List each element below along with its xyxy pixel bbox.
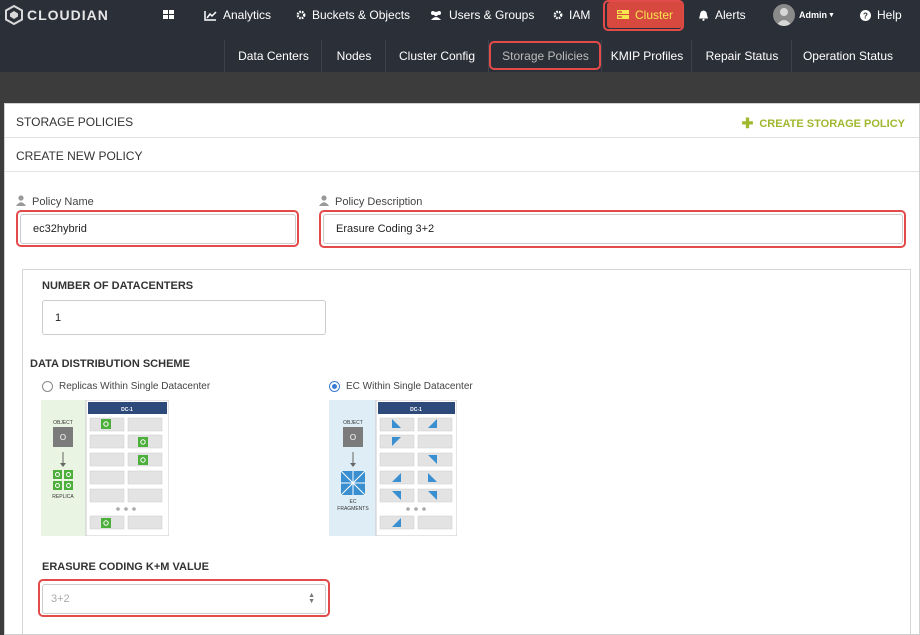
nav-analytics-label: Analytics	[223, 8, 272, 22]
erasure-coding-km-label: ERASURE CODING K+M VALUE	[42, 561, 209, 573]
policy-description-label: Policy Description	[319, 195, 422, 209]
ec-option[interactable]: EC Within Single Datacenter	[329, 381, 473, 392]
admin-menu[interactable]: Admin ▼	[773, 0, 835, 30]
ec-fragments-block	[340, 470, 366, 496]
create-policy-header: CREATE NEW POLICY	[5, 138, 919, 172]
create-storage-policy-link[interactable]: ✚ CREATE STORAGE POLICY	[742, 115, 905, 132]
top-navbar: CLOUDIAN Analytics Buckets & Objects Use…	[0, 0, 920, 40]
user-icon	[319, 195, 329, 209]
logo-text: CLOUDIAN	[27, 7, 109, 23]
help-icon: ?	[860, 9, 871, 21]
grid-icon	[163, 10, 174, 19]
storage-policies-highlight-box	[489, 41, 601, 70]
line-chart-icon	[204, 10, 217, 21]
admin-label: Admin	[799, 10, 827, 20]
replica-object-label: OBJECT	[53, 420, 73, 426]
dashboard-button[interactable]	[163, 0, 174, 30]
policy-name-highlight-box	[16, 210, 299, 247]
nav-iam[interactable]: IAM	[553, 0, 590, 30]
ec-radio[interactable]	[329, 381, 340, 392]
ec-object-label: OBJECT	[343, 420, 363, 426]
replica-dc-label: DC-1	[121, 407, 133, 413]
nav-help-label: Help	[877, 8, 902, 22]
caret-down-icon: ▼	[828, 11, 835, 19]
gear-icon	[553, 10, 563, 20]
tab-data-centers[interactable]: Data Centers	[224, 40, 322, 72]
tab-operation-status[interactable]: Operation Status	[791, 40, 904, 72]
replicas-option-label: Replicas Within Single Datacenter	[59, 381, 211, 392]
cloudian-logo[interactable]: CLOUDIAN	[5, 5, 109, 25]
users-icon	[429, 10, 443, 20]
policy-description-label-text: Policy Description	[335, 196, 423, 208]
tab-repair-status[interactable]: Repair Status	[691, 40, 792, 72]
num-datacenters-input[interactable]: 1	[42, 300, 326, 335]
distribution-scheme-label: DATA DISTRIBUTION SCHEME	[30, 358, 190, 370]
replica-diagram: DC-1 OBJECT O REPLICA	[41, 400, 169, 536]
bell-icon	[698, 10, 709, 21]
user-icon	[16, 195, 26, 209]
ec-diagram: DC-1 OBJECT O EC FRAGMENTS	[329, 400, 457, 536]
policy-settings-section: NUMBER OF DATACENTERS 1 DATA DISTRIBUTIO…	[22, 269, 911, 635]
plus-icon: ✚	[741, 115, 754, 131]
km-value-highlight-box	[38, 579, 330, 617]
svg-text:?: ?	[863, 11, 868, 20]
gear-icon	[296, 10, 306, 20]
policy-name-label-text: Policy Name	[32, 196, 94, 208]
nav-help[interactable]: ? Help	[860, 0, 902, 30]
nav-cluster[interactable]: Cluster	[607, 2, 684, 28]
ec-bottom-label-1: EC	[350, 499, 357, 505]
replicas-radio[interactable]	[42, 381, 53, 392]
ec-dc-label: DC-1	[410, 407, 422, 413]
replica-bottom-label: REPLICA	[52, 494, 74, 500]
replicas-option[interactable]: Replicas Within Single Datacenter	[42, 381, 210, 392]
nav-iam-label: IAM	[569, 8, 591, 22]
storage-policy-panel: STORAGE POLICIES ✚ CREATE STORAGE POLICY…	[4, 103, 920, 635]
tab-cluster-config[interactable]: Cluster Config	[385, 40, 488, 72]
ec-option-label: EC Within Single Datacenter	[346, 381, 473, 392]
nav-alerts-label: Alerts	[715, 8, 746, 22]
create-storage-policy-label: CREATE STORAGE POLICY	[759, 117, 905, 130]
nav-users-groups[interactable]: Users & Groups	[429, 0, 534, 30]
create-policy-title: CREATE NEW POLICY	[16, 149, 143, 163]
cluster-subnav: Data Centers Nodes Cluster Config Storag…	[0, 40, 920, 72]
replica-object-glyph: O	[60, 433, 66, 442]
nav-buckets-objects[interactable]: Buckets & Objects	[296, 0, 410, 30]
num-datacenters-label: NUMBER OF DATACENTERS	[42, 280, 194, 292]
panel-header: STORAGE POLICIES ✚ CREATE STORAGE POLICY	[5, 104, 919, 138]
nav-alerts[interactable]: Alerts	[698, 0, 746, 30]
nav-users-label: Users & Groups	[449, 8, 535, 22]
cluster-icon	[617, 10, 629, 20]
tab-nodes[interactable]: Nodes	[321, 40, 386, 72]
ec-object-glyph: O	[350, 433, 356, 442]
policy-description-highlight-box	[319, 210, 906, 248]
panel-title: STORAGE POLICIES	[16, 115, 134, 129]
logo-hex-icon	[5, 5, 23, 25]
policy-name-label: Policy Name	[16, 195, 94, 209]
nav-analytics[interactable]: Analytics	[204, 0, 271, 30]
ec-bottom-label-2: FRAGMENTS	[337, 506, 369, 512]
tab-kmip-profiles[interactable]: KMIP Profiles	[601, 40, 692, 72]
nav-cluster-label: Cluster	[635, 8, 674, 22]
avatar	[773, 4, 795, 26]
nav-buckets-label: Buckets & Objects	[312, 8, 411, 22]
